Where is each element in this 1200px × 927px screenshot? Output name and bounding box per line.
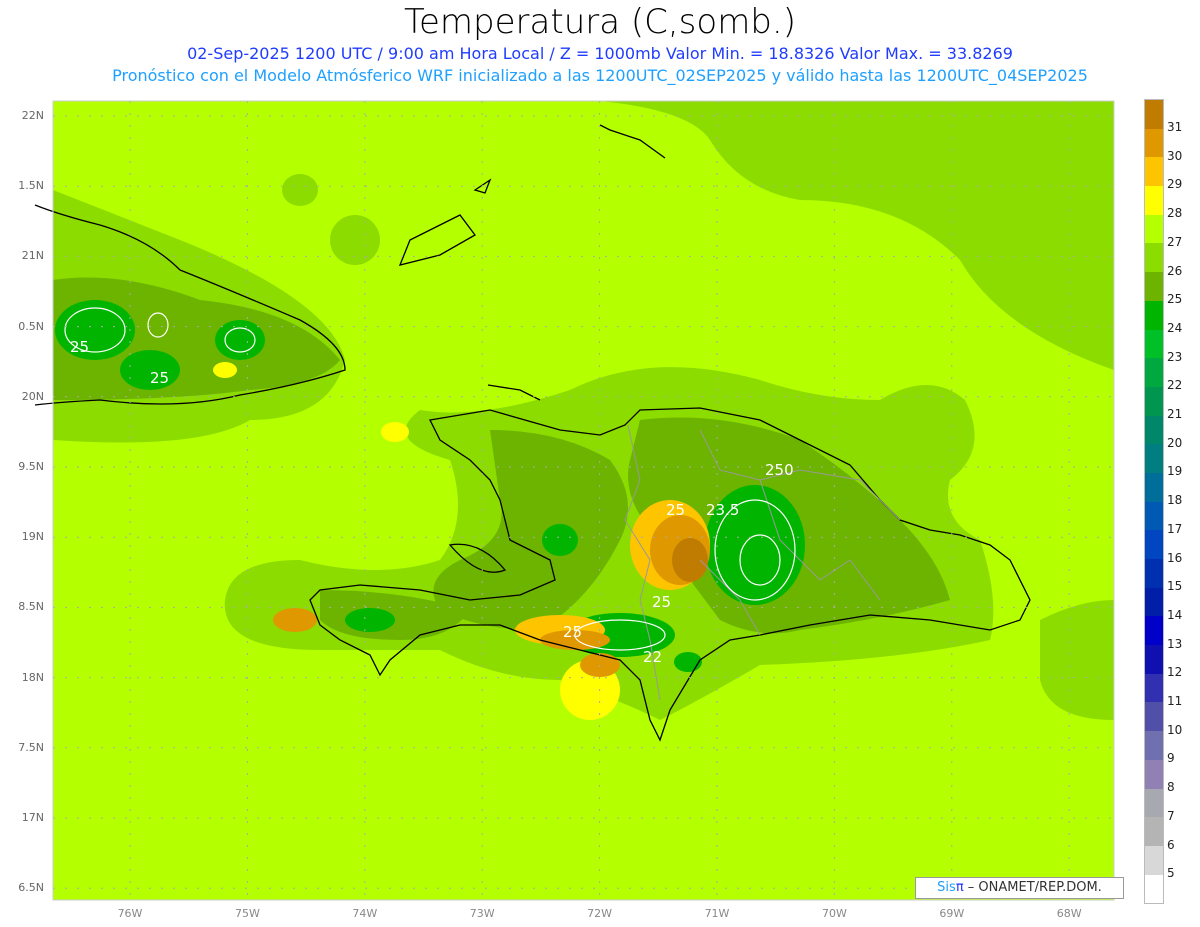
contour-label: 25 xyxy=(150,369,169,387)
colorbar-swatch xyxy=(1145,845,1163,875)
colorbar-swatch xyxy=(1145,329,1163,359)
latitude-label: 8.5N xyxy=(18,600,44,614)
longitude-label: 72W xyxy=(587,907,613,920)
colorbar-label: 31 xyxy=(1167,120,1183,134)
latitude-label: 22N xyxy=(21,109,44,122)
contour-label: 25 xyxy=(652,593,671,611)
colorbar-label: 9 xyxy=(1167,751,1175,766)
colorbar-label: 22 xyxy=(1167,378,1183,393)
colorbar-swatch xyxy=(1145,300,1163,330)
latitude-label: 17N xyxy=(21,811,44,824)
colorbar-swatch xyxy=(1145,673,1163,703)
colorbar-swatch xyxy=(1145,530,1163,559)
colorbar-label: 17 xyxy=(1167,521,1183,536)
colorbar-label: 27 xyxy=(1167,234,1183,249)
longitude-label: 69W xyxy=(939,907,965,920)
colorbar-label: 13 xyxy=(1167,636,1183,651)
contour-label: 25 xyxy=(70,338,89,356)
contour-label: 25 xyxy=(666,501,685,519)
colorbar-swatch xyxy=(1145,214,1163,244)
colorbar-swatch xyxy=(1145,415,1163,445)
colorbar-label: 29 xyxy=(1167,177,1183,192)
longitude-label: 75W xyxy=(234,907,260,920)
colorbar-swatch xyxy=(1145,358,1163,387)
latitude-label: 18N xyxy=(21,670,44,684)
colorbar-label: 6 xyxy=(1167,837,1175,852)
longitude-label: 71W xyxy=(704,907,730,920)
colorbar-swatch xyxy=(1145,501,1163,531)
colorbar-label: 20 xyxy=(1167,435,1183,450)
colorbar-swatch xyxy=(1145,100,1163,129)
colorbar-label: 24 xyxy=(1167,320,1183,335)
longitude-label: 74W xyxy=(352,907,378,920)
colorbar-label: 10 xyxy=(1167,722,1183,737)
latitude-label: 20N xyxy=(21,389,44,403)
longitude-label: 73W xyxy=(469,907,495,920)
contour-label: 22 xyxy=(643,648,662,666)
colorbar-label: 16 xyxy=(1167,550,1183,565)
colorbar-label: 12 xyxy=(1167,665,1183,680)
colorbar-swatch xyxy=(1145,645,1163,674)
temperature-map: 25 25 25 25 23.5 25 25 22 250 xyxy=(34,100,1115,901)
colorbar-label: 7 xyxy=(1167,808,1175,823)
colorbar xyxy=(1144,99,1164,905)
colorbar-label: 15 xyxy=(1167,579,1183,594)
colorbar-label: 28 xyxy=(1167,206,1183,221)
pi-logo: π xyxy=(955,880,964,895)
latitude-label: 6.5N xyxy=(18,881,44,895)
colorbar-swatch xyxy=(1145,559,1163,588)
colorbar-swatch xyxy=(1145,243,1163,273)
colorbar-label: 26 xyxy=(1167,263,1183,278)
colorbar-label: 14 xyxy=(1167,607,1183,622)
colorbar-label: 11 xyxy=(1167,694,1183,708)
contour-label: 23.5 xyxy=(706,501,739,519)
contour-label: 25 xyxy=(563,623,582,641)
credit-brand: Sis xyxy=(937,880,956,895)
latitude-label: 19N xyxy=(21,530,44,544)
colorbar-swatch xyxy=(1145,157,1163,187)
colorbar-swatch xyxy=(1145,128,1163,158)
longitude-label: 68W xyxy=(1056,907,1082,920)
colorbar-swatch xyxy=(1145,874,1163,904)
colorbar-swatch xyxy=(1145,472,1163,502)
colorbar-label: 21 xyxy=(1167,407,1183,421)
latitude-label: 0.5N xyxy=(18,319,44,333)
colorbar-swatch xyxy=(1145,386,1163,416)
longitude-label: 76W xyxy=(117,907,143,920)
latitude-label: 1.5N xyxy=(18,179,44,193)
colorbar-label: 25 xyxy=(1167,292,1183,307)
latitude-label: 9.5N xyxy=(18,460,44,473)
colorbar-swatch xyxy=(1145,587,1163,617)
colorbar-label: 19 xyxy=(1167,464,1183,479)
colorbar-swatch xyxy=(1145,444,1163,473)
colorbar-label: 18 xyxy=(1167,493,1183,508)
colorbar-swatch xyxy=(1145,817,1163,846)
latitude-label: 21N xyxy=(21,249,44,263)
colorbar-label: 23 xyxy=(1167,349,1183,364)
colorbar-label: 5 xyxy=(1167,866,1175,881)
colorbar-swatch xyxy=(1145,702,1163,732)
colorbar-label: 8 xyxy=(1167,780,1175,795)
credit-box: Sisπ – ONAMET/REP.DOM. xyxy=(915,877,1124,899)
latitude-label: 7.5N xyxy=(18,740,44,754)
contour-label: 250 xyxy=(765,461,794,479)
colorbar-swatch xyxy=(1145,788,1163,818)
colorbar-label: 30 xyxy=(1167,148,1183,163)
colorbar-swatch xyxy=(1145,616,1163,646)
credit-text: – ONAMET/REP.DOM. xyxy=(967,880,1102,895)
colorbar-swatch xyxy=(1145,759,1163,789)
colorbar-swatch xyxy=(1145,272,1163,301)
colorbar-swatch xyxy=(1145,731,1163,760)
longitude-label: 70W xyxy=(821,907,847,920)
colorbar-swatch xyxy=(1145,186,1163,215)
